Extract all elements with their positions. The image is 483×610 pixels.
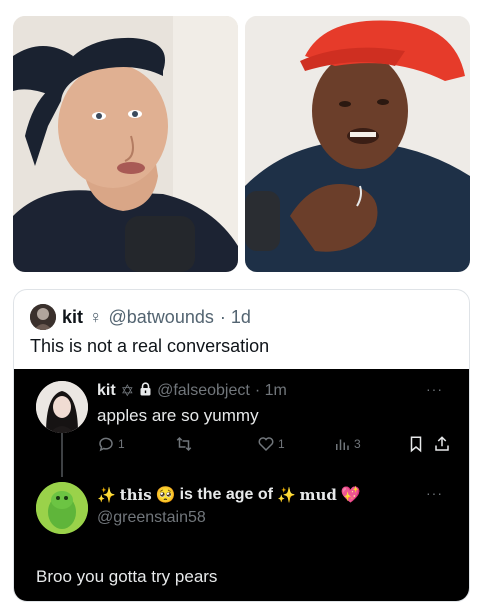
quote-tweet-header: kit ♀ @batwounds · 1d [30, 304, 251, 330]
tweet-text: This is not a real conversation [30, 336, 270, 356]
avatar-image-icon [30, 304, 56, 330]
timestamp[interactable]: · 1m [255, 382, 287, 400]
man-in-backwards-cap-image [13, 16, 238, 272]
like-button[interactable]: 1 [257, 435, 285, 453]
views-chart-icon [336, 439, 349, 450]
view-count: 3 [354, 437, 361, 451]
display-name[interactable]: kit [62, 307, 83, 328]
tweet-header: kit ✡ @falseobject · 1m [97, 381, 287, 401]
tweet-text: apples are so yummy [97, 406, 259, 425]
reply-icon [99, 437, 113, 452]
display-name-part[interactable]: this [120, 486, 152, 504]
views-button[interactable]: 3 [333, 435, 361, 453]
reply-count: 1 [118, 437, 125, 451]
reply-button[interactable]: 1 [97, 435, 125, 453]
display-name[interactable]: kit [97, 382, 116, 400]
share-icon [435, 436, 449, 451]
bookmark-button[interactable] [407, 435, 425, 453]
avatar-image-icon [36, 482, 88, 534]
sparkle-emoji: ✨ [97, 487, 116, 504]
avatar[interactable] [36, 381, 88, 433]
right-photo [245, 16, 470, 272]
share-button[interactable] [433, 435, 451, 453]
user-handle[interactable]: @falseobject [157, 382, 250, 400]
man-in-red-cap-image [245, 16, 470, 272]
star-badge: ✡ [120, 383, 135, 400]
more-options-icon[interactable]: ··· [426, 381, 443, 397]
tweet-text: Broo you gotta try pears [36, 567, 218, 586]
more-options-icon[interactable]: ··· [426, 485, 443, 501]
pleading-face-emoji: 🥺 [155, 487, 176, 504]
user-handle[interactable]: @batwounds [109, 307, 214, 328]
embedded-screenshot: kit ✡ @falseobject · 1m ··· apples are s… [14, 369, 469, 601]
pronoun-badge: ♀ [89, 306, 103, 327]
quote-tweet-card[interactable]: kit ♀ @batwounds · 1d This is not a real… [13, 289, 470, 602]
display-name-part[interactable]: is the age of [180, 486, 273, 504]
sparkle-emoji: ✨ [276, 487, 296, 504]
heart-icon [258, 437, 274, 452]
display-name-part[interactable]: mud [300, 486, 337, 504]
video-frames [13, 16, 470, 272]
bookmark-icon [410, 436, 422, 453]
sparkling-heart-emoji: 💖 [340, 487, 361, 504]
tweet-header: ✨ this 🥺 is the age of ✨ mud 💖 [97, 485, 361, 505]
lock-icon [139, 381, 152, 401]
repost-icon [176, 436, 192, 452]
like-count: 1 [278, 437, 285, 451]
tweet-actions: 1 1 3 [97, 435, 449, 455]
left-photo [13, 16, 238, 272]
user-handle[interactable]: @greenstain58 [97, 509, 206, 527]
avatar[interactable] [36, 482, 88, 534]
avatar[interactable] [30, 304, 56, 330]
thread-connector-line [61, 431, 63, 477]
timestamp[interactable]: · 1d [220, 307, 251, 328]
avatar-image-icon [36, 381, 88, 433]
repost-button[interactable] [175, 435, 196, 453]
